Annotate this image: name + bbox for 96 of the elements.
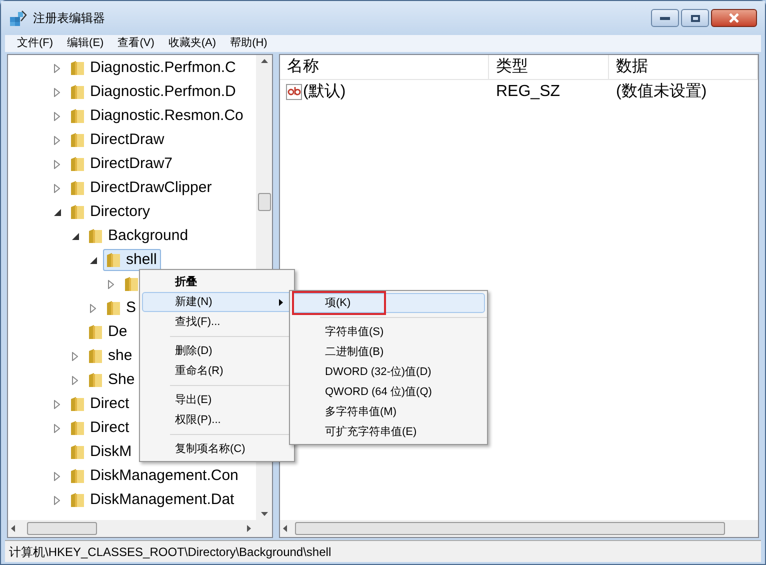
scroll-left-arrow-icon[interactable] bbox=[11, 525, 15, 532]
tree-item[interactable]: Directory bbox=[90, 200, 150, 224]
status-path: 计算机\HKEY_CLASSES_ROOT\Directory\Background\shell bbox=[9, 544, 332, 560]
expand-arrow-icon[interactable] bbox=[72, 352, 78, 360]
expand-arrow-icon[interactable] bbox=[54, 160, 60, 168]
expand-arrow-icon[interactable] bbox=[54, 64, 60, 72]
folder-icon bbox=[88, 324, 103, 340]
folder-icon bbox=[70, 180, 85, 196]
column-header[interactable]: 名称 bbox=[280, 55, 489, 79]
menu-item[interactable]: 删除(D) bbox=[142, 341, 292, 361]
tree-item[interactable]: DiskManagement.Dat bbox=[90, 488, 234, 512]
tree-item[interactable]: Diagnostic.Perfmon.C bbox=[90, 56, 236, 80]
folder-icon bbox=[88, 228, 103, 244]
submenu-arrow-icon bbox=[279, 298, 283, 306]
folder-icon bbox=[70, 60, 85, 76]
tree-item[interactable]: DirectDrawClipper bbox=[90, 176, 212, 200]
string-value-icon bbox=[286, 84, 302, 100]
tree-item[interactable]: DirectDraw7 bbox=[90, 152, 173, 176]
menu-item[interactable]: 复制项名称(C) bbox=[142, 439, 292, 459]
menu-item[interactable]: 查看(V) bbox=[112, 35, 160, 52]
table-cell-text: REG_SZ bbox=[495, 82, 562, 102]
folder-icon bbox=[106, 252, 121, 268]
scroll-right-arrow-icon[interactable] bbox=[247, 525, 251, 532]
tree-item[interactable]: DiskM bbox=[90, 440, 132, 464]
tree-item[interactable]: Direct bbox=[90, 416, 130, 440]
menu-item[interactable]: 项(K) bbox=[292, 293, 485, 313]
tree-item[interactable]: DirectDraw bbox=[90, 128, 164, 152]
menu-item[interactable]: 编辑(E) bbox=[61, 35, 110, 52]
menu-item[interactable]: 二进制值(B) bbox=[292, 342, 485, 362]
horizontal-scrollbar[interactable] bbox=[280, 520, 758, 537]
expand-arrow-icon[interactable] bbox=[54, 88, 60, 96]
scrollbar-thumb[interactable] bbox=[258, 193, 270, 211]
tree-item[interactable]: She bbox=[108, 368, 135, 392]
folder-icon bbox=[70, 444, 85, 460]
menu-item[interactable]: 收藏夹(A) bbox=[162, 35, 222, 52]
tree-item[interactable]: Direct bbox=[90, 392, 130, 416]
column-header[interactable]: 数据 bbox=[609, 55, 758, 79]
folder-icon bbox=[70, 420, 85, 436]
collapse-arrow-icon[interactable] bbox=[54, 208, 60, 216]
maximize-button[interactable] bbox=[681, 9, 709, 27]
folder-icon bbox=[70, 204, 85, 220]
horizontal-scrollbar[interactable] bbox=[8, 520, 272, 537]
menu-item[interactable]: 重命名(R) bbox=[142, 361, 292, 381]
menu-item[interactable]: QWORD (64 位)值(Q) bbox=[292, 382, 485, 402]
expand-arrow-icon[interactable] bbox=[54, 112, 60, 120]
column-header[interactable]: 类型 bbox=[489, 55, 609, 79]
menu-item[interactable]: 多字符串值(M) bbox=[292, 402, 485, 422]
menu-item[interactable]: 新建(N) bbox=[142, 292, 292, 312]
expand-arrow-icon[interactable] bbox=[54, 400, 60, 408]
window-title: 注册表编辑器 bbox=[33, 10, 105, 27]
expand-arrow-icon[interactable] bbox=[54, 424, 60, 432]
scroll-down-arrow-icon[interactable] bbox=[260, 512, 268, 516]
minimize-button[interactable] bbox=[651, 9, 679, 27]
folder-icon bbox=[70, 396, 85, 412]
menu-item[interactable]: DWORD (32-位)值(D) bbox=[292, 362, 485, 382]
table-cell-text: (数值未设置) bbox=[615, 82, 708, 102]
folder-icon bbox=[70, 492, 85, 508]
expand-arrow-icon[interactable] bbox=[108, 280, 114, 288]
registry-cubes-icon bbox=[9, 9, 27, 27]
expand-arrow-icon[interactable] bbox=[90, 304, 96, 312]
folder-icon bbox=[70, 84, 85, 100]
menu-item[interactable]: 可扩充字符串值(E) bbox=[292, 422, 485, 442]
tree-item[interactable]: Background bbox=[108, 224, 188, 248]
expand-arrow-icon[interactable] bbox=[54, 496, 60, 504]
folder-icon bbox=[70, 468, 85, 484]
expand-arrow-icon[interactable] bbox=[54, 136, 60, 144]
tree-item[interactable]: De bbox=[108, 320, 128, 344]
menu-item[interactable]: 帮助(H) bbox=[224, 35, 274, 52]
menu-item[interactable]: 折叠 bbox=[142, 272, 292, 292]
folder-icon bbox=[70, 132, 85, 148]
menu-item[interactable]: 字符串值(S) bbox=[292, 322, 485, 342]
tree-item[interactable]: Diagnostic.Perfmon.D bbox=[90, 80, 236, 104]
folder-icon bbox=[70, 156, 85, 172]
folder-icon bbox=[124, 276, 139, 292]
folder-icon bbox=[88, 372, 103, 388]
menu-item[interactable]: 查找(F)... bbox=[142, 312, 292, 332]
tree-item[interactable]: S bbox=[126, 296, 136, 320]
menu-item[interactable]: 导出(E) bbox=[142, 390, 292, 410]
tree-item[interactable]: she bbox=[108, 344, 132, 368]
menu-item[interactable]: 文件(F) bbox=[11, 35, 60, 52]
close-icon bbox=[728, 13, 740, 23]
tree-item[interactable]: Diagnostic.Resmon.Co bbox=[90, 104, 244, 128]
collapse-arrow-icon[interactable] bbox=[72, 232, 78, 240]
tree-item[interactable]: DiskManagement.Con bbox=[90, 464, 238, 488]
expand-arrow-icon[interactable] bbox=[54, 184, 60, 192]
expand-arrow-icon[interactable] bbox=[54, 472, 60, 480]
folder-icon bbox=[106, 300, 121, 316]
close-button[interactable] bbox=[711, 9, 757, 27]
scroll-up-arrow-icon[interactable] bbox=[260, 59, 268, 63]
scroll-left-arrow-icon[interactable] bbox=[283, 525, 287, 532]
menu-item[interactable]: 权限(P)... bbox=[142, 410, 292, 430]
collapse-arrow-icon[interactable] bbox=[90, 256, 96, 264]
expand-arrow-icon[interactable] bbox=[72, 376, 78, 384]
folder-icon bbox=[88, 348, 103, 364]
folder-icon bbox=[70, 108, 85, 124]
table-cell-text: (默认) bbox=[303, 82, 346, 102]
